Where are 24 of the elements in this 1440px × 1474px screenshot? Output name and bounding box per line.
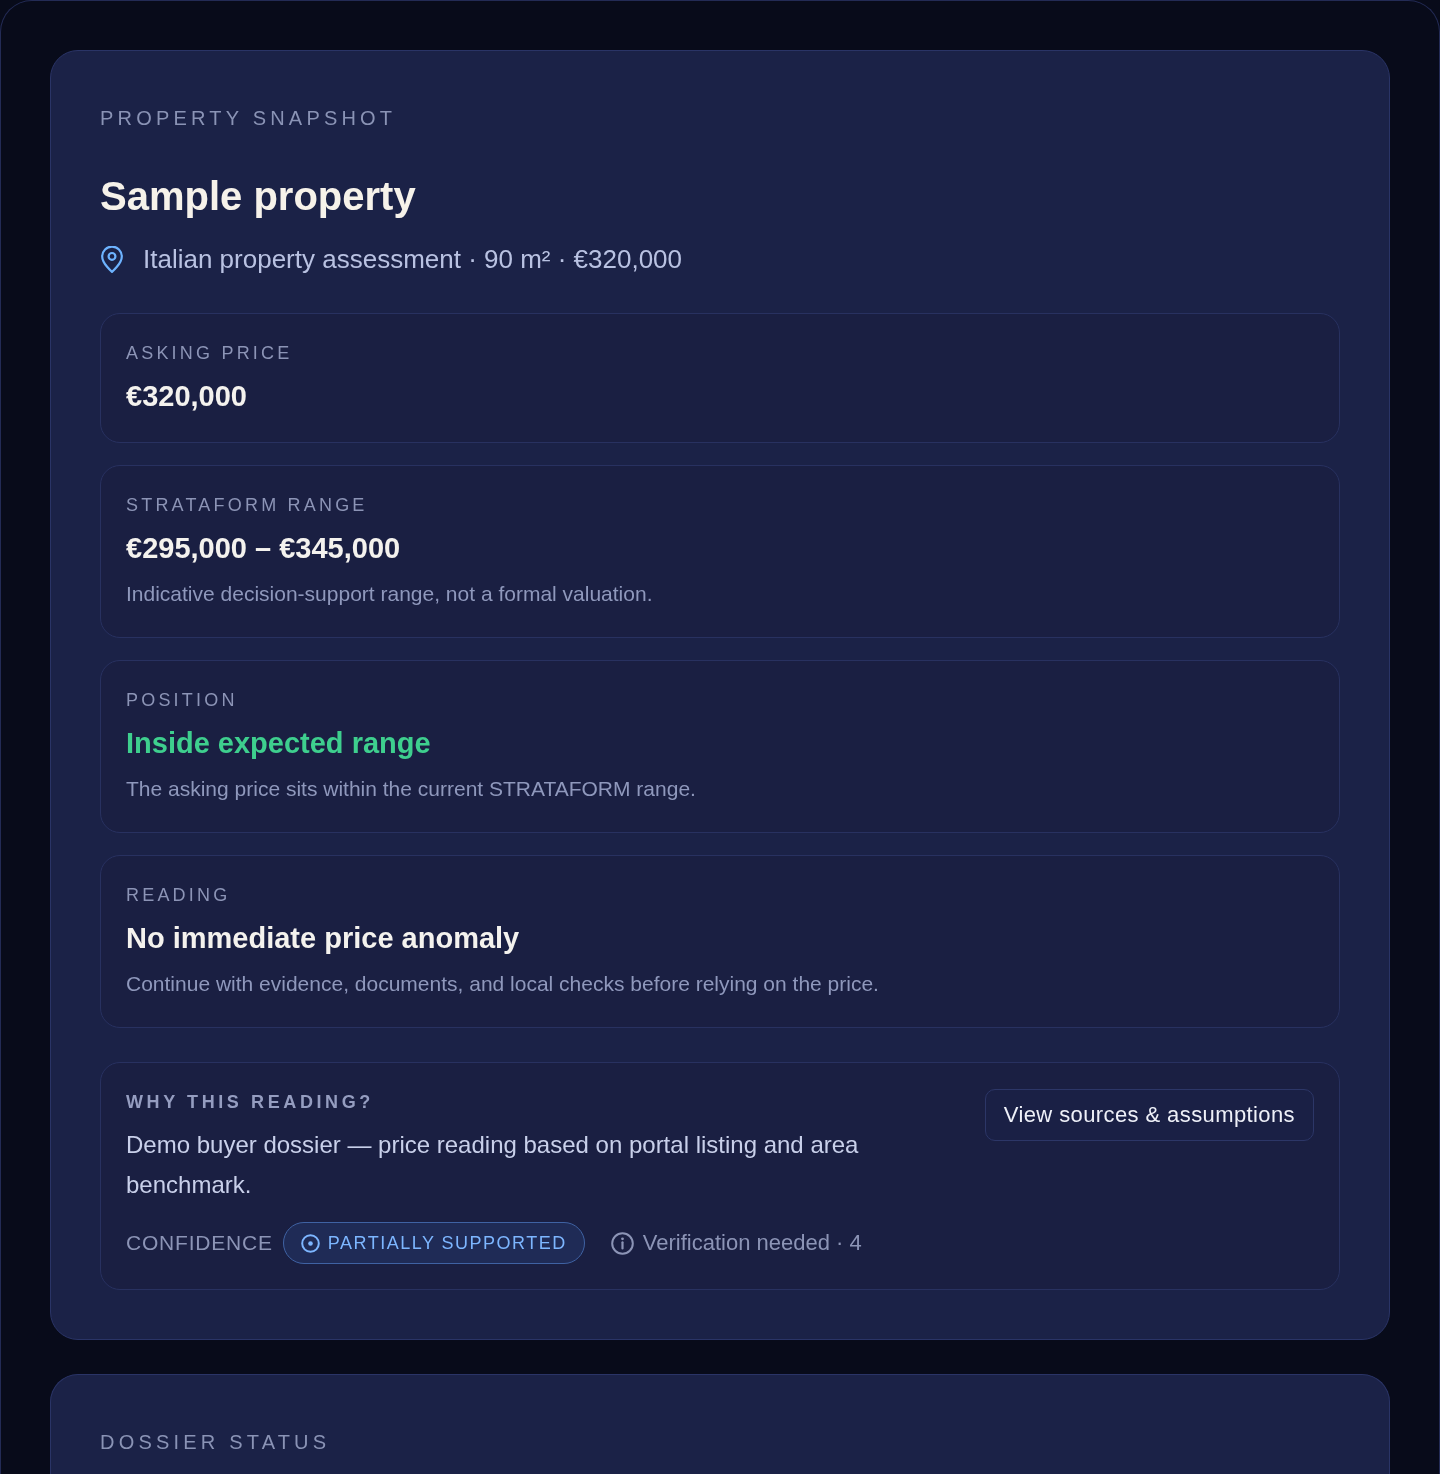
stat-label: STRATAFORM RANGE (126, 494, 368, 516)
stat-note: Continue with evidence, documents, and local checks before relying on the price. (126, 971, 879, 997)
section-eyebrow: PROPERTY SNAPSHOT (100, 106, 397, 130)
stat-note: The asking price sits within the current STRATAFORM range. (126, 776, 696, 802)
stat-label: READING (126, 884, 231, 906)
section-eyebrow: DOSSIER STATUS (100, 1430, 331, 1454)
confidence-label: CONFIDENCE (126, 1230, 273, 1256)
view-sources-button[interactable]: View sources & assumptions (984, 1089, 1314, 1141)
verification-text: Verification needed · 4 (642, 1229, 862, 1257)
target-icon (300, 1233, 320, 1253)
explanation-label: WHY THIS READING? (126, 1091, 374, 1113)
info-icon (610, 1231, 634, 1255)
stat-note: Indicative decision-support range, not a formal valuation. (126, 581, 653, 607)
property-title: Sample property (100, 173, 416, 220)
location-text: Italian property assessment · 90 m² · €320,000 (143, 243, 683, 276)
confidence-text: PARTIALLY SUPPORTED (327, 1232, 567, 1255)
stat-value: €295,000 – €345,000 (126, 531, 401, 565)
stat-label: POSITION (126, 689, 238, 711)
stat-label: ASKING PRICE (126, 342, 293, 364)
location-pin-icon (100, 245, 124, 273)
stat-value: Inside expected range (126, 726, 431, 760)
explanation-text: Demo buyer dossier — price reading based on portal listing and area benchmark. (126, 1130, 860, 1200)
stat-value: No immediate price anomaly (126, 921, 520, 955)
stat-value: €320,000 (126, 379, 247, 413)
